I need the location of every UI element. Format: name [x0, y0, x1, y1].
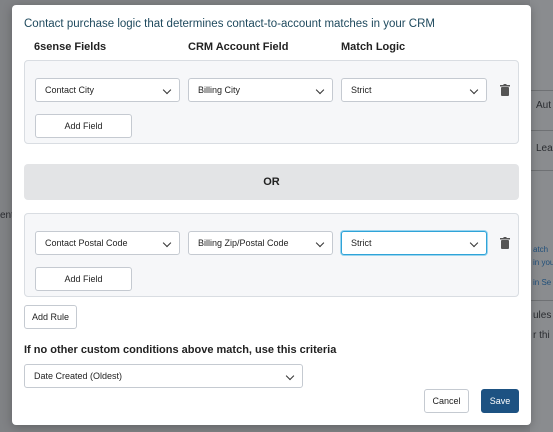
crm-field-select[interactable]: Billing City — [188, 78, 333, 102]
background-text: ules — [533, 310, 552, 321]
select-value: Contact City — [45, 85, 95, 95]
or-divider: OR — [24, 164, 519, 200]
rule-group: Contact Postal Code Billing Zip/Postal C… — [24, 213, 519, 297]
save-button[interactable]: Save — [481, 389, 519, 413]
background-divider — [530, 300, 553, 301]
chevron-down-icon — [469, 85, 479, 95]
chevron-down-icon — [315, 85, 325, 95]
background-panel — [530, 0, 553, 432]
chevron-down-icon — [315, 238, 325, 248]
trash-icon[interactable] — [500, 237, 510, 249]
add-field-button[interactable]: Add Field — [35, 267, 132, 291]
column-header-6sense: 6sense Fields — [34, 41, 107, 53]
background-text: in you — [533, 258, 553, 267]
fallback-criteria-label: If no other custom conditions above matc… — [24, 344, 337, 356]
background-text: in Se — [533, 278, 552, 287]
crm-field-select[interactable]: Billing Zip/Postal Code — [188, 231, 333, 255]
add-field-button[interactable]: Add Field — [35, 114, 132, 138]
background-text: Aut — [536, 100, 552, 111]
chevron-down-icon — [162, 238, 172, 248]
chevron-down-icon — [469, 238, 479, 248]
select-value: Billing Zip/Postal Code — [198, 238, 289, 248]
contact-match-modal: Contact purchase logic that determines c… — [12, 5, 531, 425]
column-header-logic: Match Logic — [341, 41, 406, 53]
select-value: Billing City — [198, 85, 241, 95]
rule-group: Contact City Billing City Strict Add Fie… — [24, 60, 519, 144]
cancel-button[interactable]: Cancel — [424, 389, 469, 413]
select-value: Date Created (Oldest) — [34, 371, 123, 381]
fallback-criteria-select[interactable]: Date Created (Oldest) — [24, 364, 303, 388]
select-value: Strict — [351, 238, 372, 248]
chevron-down-icon — [162, 85, 172, 95]
background-text: atch — [533, 245, 549, 254]
background-text: r thi — [533, 330, 550, 341]
background-text: Lea — [536, 143, 553, 154]
chevron-down-icon — [285, 371, 295, 381]
match-logic-select[interactable]: Strict — [341, 231, 487, 255]
modal-title: Contact purchase logic that determines c… — [24, 18, 435, 30]
column-header-crm: CRM Account Field — [188, 41, 289, 53]
match-logic-select[interactable]: Strict — [341, 78, 487, 102]
background-divider — [530, 130, 553, 131]
select-value: Contact Postal Code — [45, 238, 128, 248]
sixsense-field-select[interactable]: Contact City — [35, 78, 180, 102]
add-rule-button[interactable]: Add Rule — [24, 305, 77, 329]
select-value: Strict — [351, 85, 372, 95]
trash-icon[interactable] — [500, 84, 510, 96]
sixsense-field-select[interactable]: Contact Postal Code — [35, 231, 180, 255]
background-divider — [530, 90, 553, 91]
background-divider — [530, 170, 553, 171]
